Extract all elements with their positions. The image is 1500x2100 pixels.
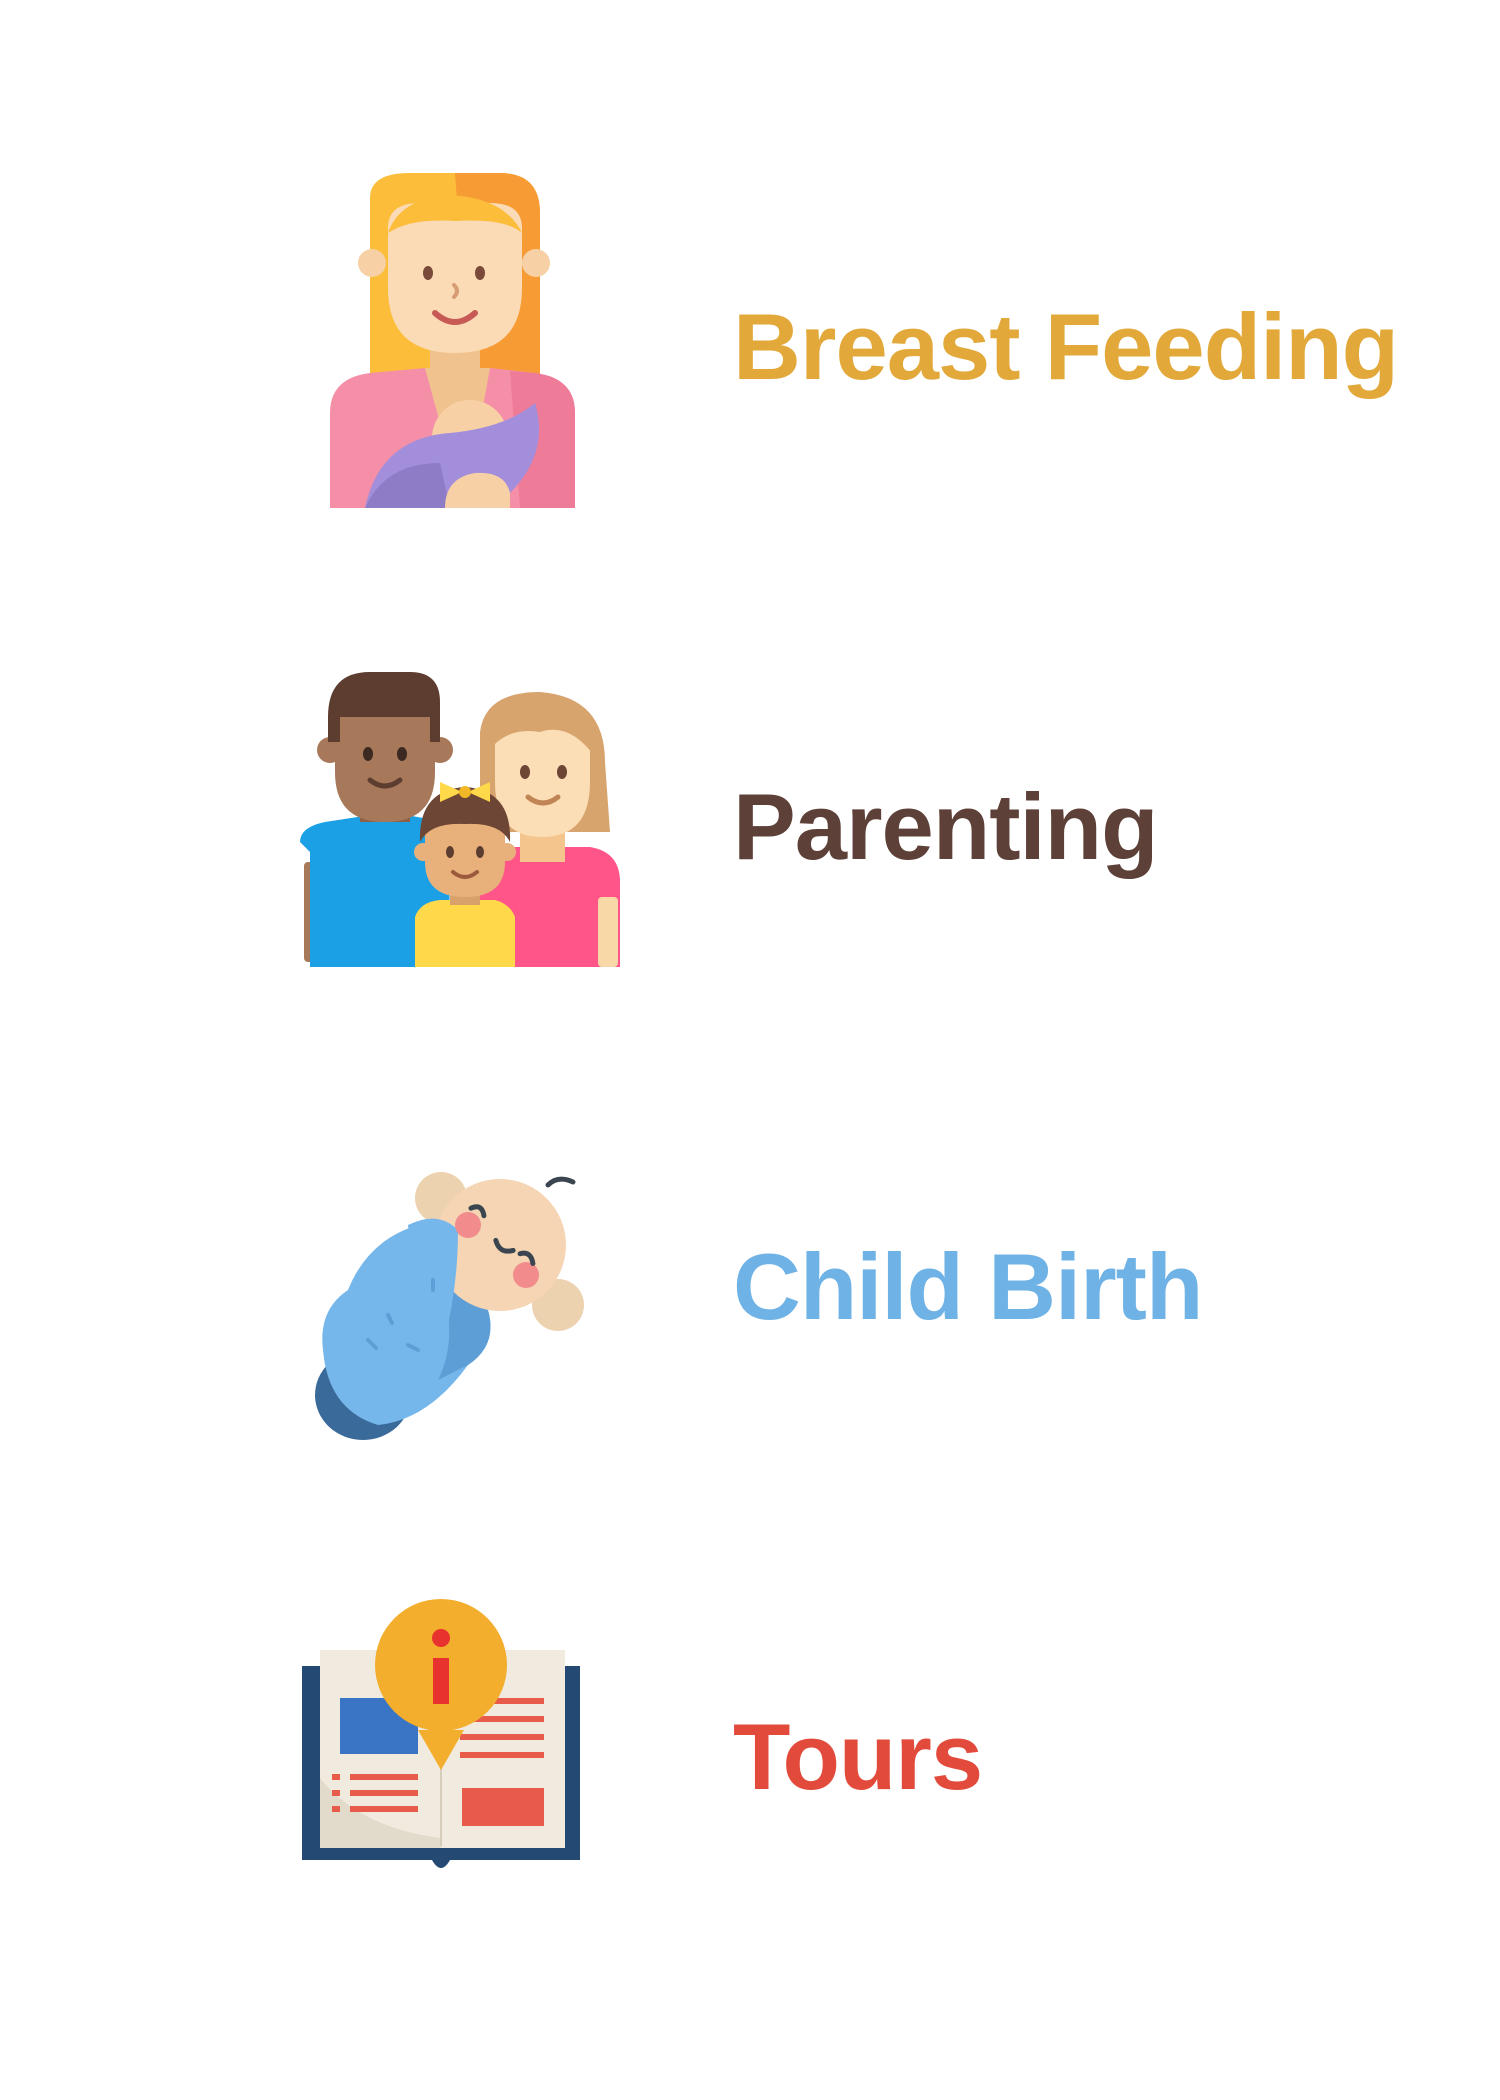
- tours-label: Tours: [733, 1704, 983, 1809]
- info-guidebook-icon: [300, 1598, 582, 1878]
- breastfeeding-mother-icon: [330, 173, 575, 508]
- swaddled-baby-icon: [308, 1170, 586, 1448]
- child-birth-label: Child Birth: [733, 1234, 1203, 1339]
- breast-feeding-label: Breast Feeding: [733, 294, 1399, 399]
- family-icon: [300, 672, 620, 967]
- parenting-label: Parenting: [733, 774, 1159, 879]
